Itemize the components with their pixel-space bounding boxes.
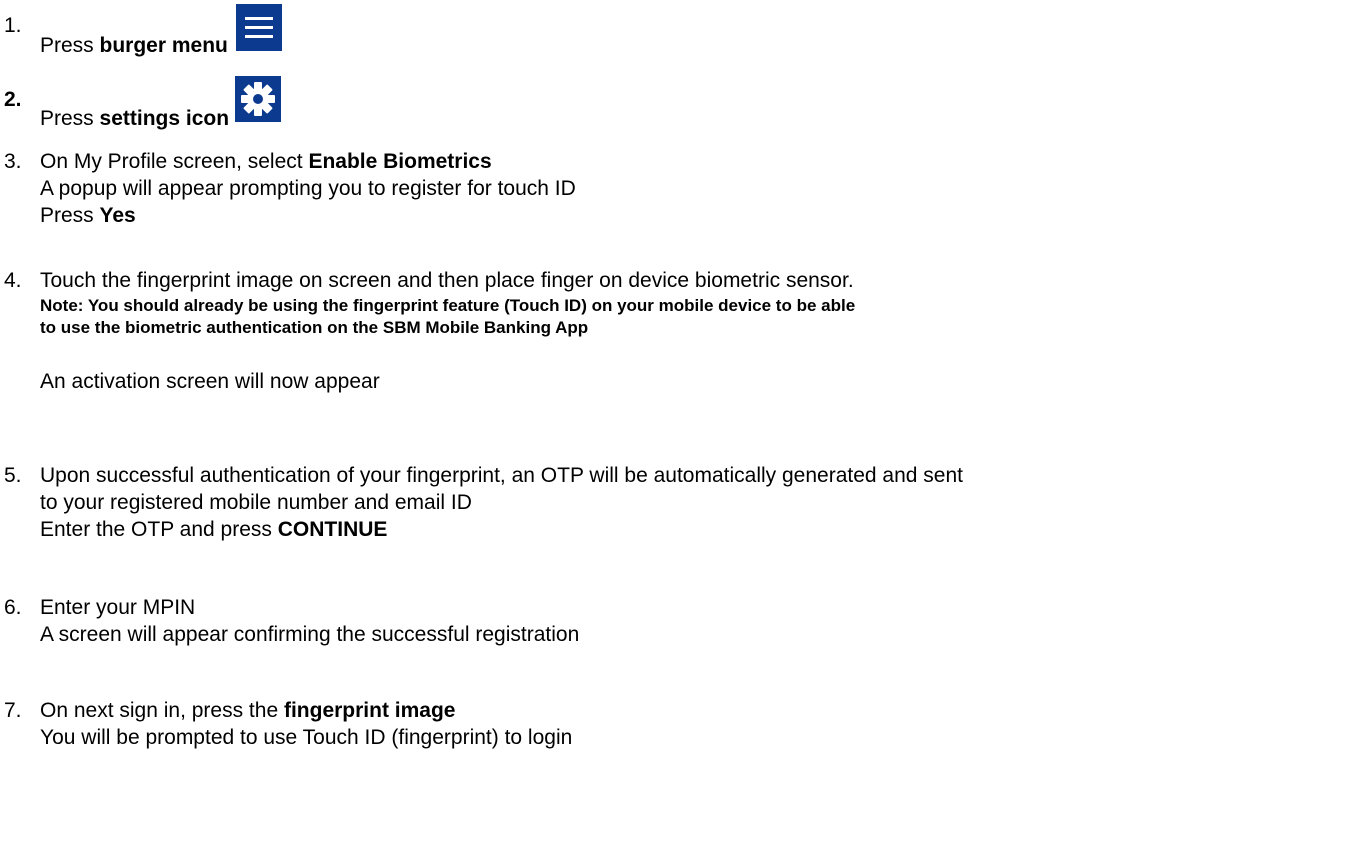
step-number: 5. [4, 464, 22, 487]
step-line: A screen will appear confirming the succ… [40, 623, 580, 646]
step-emphasis: fingerprint image [283, 699, 456, 722]
step-emphasis: Enable Biometrics [308, 150, 492, 173]
step-line: Touch the fingerprint image on screen an… [40, 269, 854, 292]
step-emphasis: Yes [99, 204, 136, 227]
step-line: Upon successful authentication of your f… [40, 464, 963, 487]
step-emphasis: CONTINUE [277, 518, 388, 541]
gear-icon [235, 76, 282, 122]
step-text: Press [40, 34, 100, 57]
step-line: Press Yes [40, 204, 136, 227]
step-number: 1. [4, 14, 22, 37]
step-emphasis: settings icon [99, 107, 230, 130]
step-line: On My Profile screen, select Enable Biom… [40, 150, 492, 173]
step-line: You will be prompted to use Touch ID (fi… [40, 726, 573, 749]
step-followup: An activation screen will now appear [40, 370, 380, 393]
step-line: Enter the OTP and press CONTINUE [40, 518, 388, 541]
step-number: 2. [4, 88, 22, 111]
step-emphasis: burger menu [99, 34, 228, 57]
step-number: 6. [4, 596, 22, 619]
burger-menu-icon [235, 4, 282, 51]
step-number: 7. [4, 699, 22, 722]
note-line: Note: You should already be using the fi… [40, 296, 856, 315]
note-line: to use the biometric authentication on t… [40, 318, 589, 337]
step-line: On next sign in, press the fingerprint i… [40, 699, 456, 722]
step-number: 3. [4, 150, 22, 173]
step-line: to your registered mobile number and ema… [40, 491, 472, 514]
step-line: Enter your MPIN [40, 596, 196, 619]
step-number: 4. [4, 269, 22, 292]
step-line: A popup will appear prompting you to reg… [40, 177, 576, 200]
step-text: Press [40, 107, 100, 130]
